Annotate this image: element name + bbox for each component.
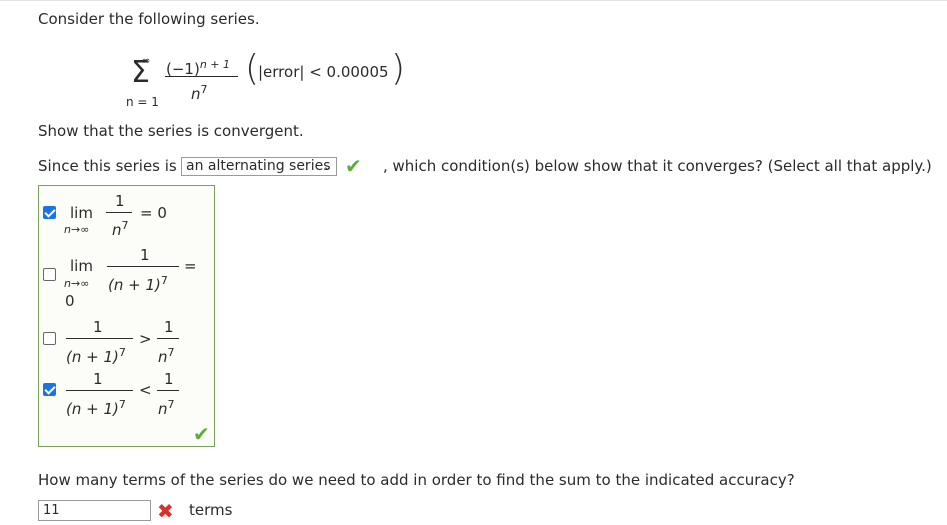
checkbox-option-3[interactable] — [43, 332, 56, 345]
right-paren: ) — [391, 48, 406, 89]
series-fraction-bar — [165, 76, 238, 77]
checkbox-option-1[interactable] — [43, 206, 56, 219]
fraction-bar — [106, 212, 132, 213]
series-type-select[interactable]: an alternating series ⌄ — [181, 157, 337, 176]
check-icon: ✔ — [345, 154, 362, 178]
top-border — [0, 0, 947, 1]
left-numerator: 1 — [93, 318, 103, 336]
left-denominator: (n + 1)7 — [66, 346, 126, 366]
left-numerator: 1 — [93, 370, 103, 388]
since-prefix: Since this series is — [38, 157, 177, 175]
left-denominator: (n + 1)7 — [66, 398, 126, 418]
frac-denominator: n7 — [112, 219, 129, 239]
right-denominator: n7 — [158, 346, 175, 366]
fraction-bar — [66, 338, 133, 339]
fraction-bar — [157, 390, 179, 391]
relation: > — [139, 330, 152, 348]
relation: = — [184, 257, 197, 275]
task-text: Show that the series is convergent. — [38, 122, 304, 140]
terms-unit-label: terms — [189, 501, 233, 519]
sum-lower-limit: n = 1 — [126, 95, 159, 109]
fraction-bar — [107, 266, 179, 267]
chevron-down-icon: ⌄ — [322, 160, 332, 173]
question-2-text: How many terms of the series do we need … — [38, 471, 795, 489]
frac-numerator: 1 — [115, 192, 125, 210]
lim-text: lim — [70, 204, 93, 222]
lim-subscript: n→∞ — [64, 277, 90, 290]
series-type-selected: an alternating series — [186, 158, 331, 174]
checkbox-option-2[interactable] — [43, 268, 56, 281]
since-suffix: , which condition(s) below show that it … — [383, 157, 932, 175]
right-numerator: 1 — [164, 370, 174, 388]
check-icon: ✔ — [193, 422, 210, 446]
limit-value: 0 — [65, 292, 75, 310]
accuracy-bound: |error| < 0.00005 — [258, 63, 389, 81]
relation: = 0 — [140, 204, 167, 222]
x-icon: ✖ — [157, 499, 174, 523]
right-numerator: 1 — [164, 318, 174, 336]
sigma-symbol: Σ — [131, 55, 150, 90]
right-denominator: n7 — [158, 398, 175, 418]
terms-answer-input[interactable]: 11 — [38, 500, 151, 521]
lim-text: lim — [70, 257, 93, 275]
left-paren: ( — [245, 48, 260, 89]
lim-subscript: n→∞ — [64, 223, 90, 236]
denominator: n7 — [191, 83, 208, 103]
fraction-bar — [157, 338, 179, 339]
fraction-bar — [66, 390, 133, 391]
checkbox-option-4[interactable] — [43, 383, 56, 396]
intro-text: Consider the following series. — [38, 10, 260, 28]
relation: < — [139, 381, 152, 399]
frac-denominator: (n + 1)7 — [108, 274, 168, 294]
numerator: (−1)n + 1 — [166, 58, 231, 78]
frac-numerator: 1 — [140, 246, 150, 264]
